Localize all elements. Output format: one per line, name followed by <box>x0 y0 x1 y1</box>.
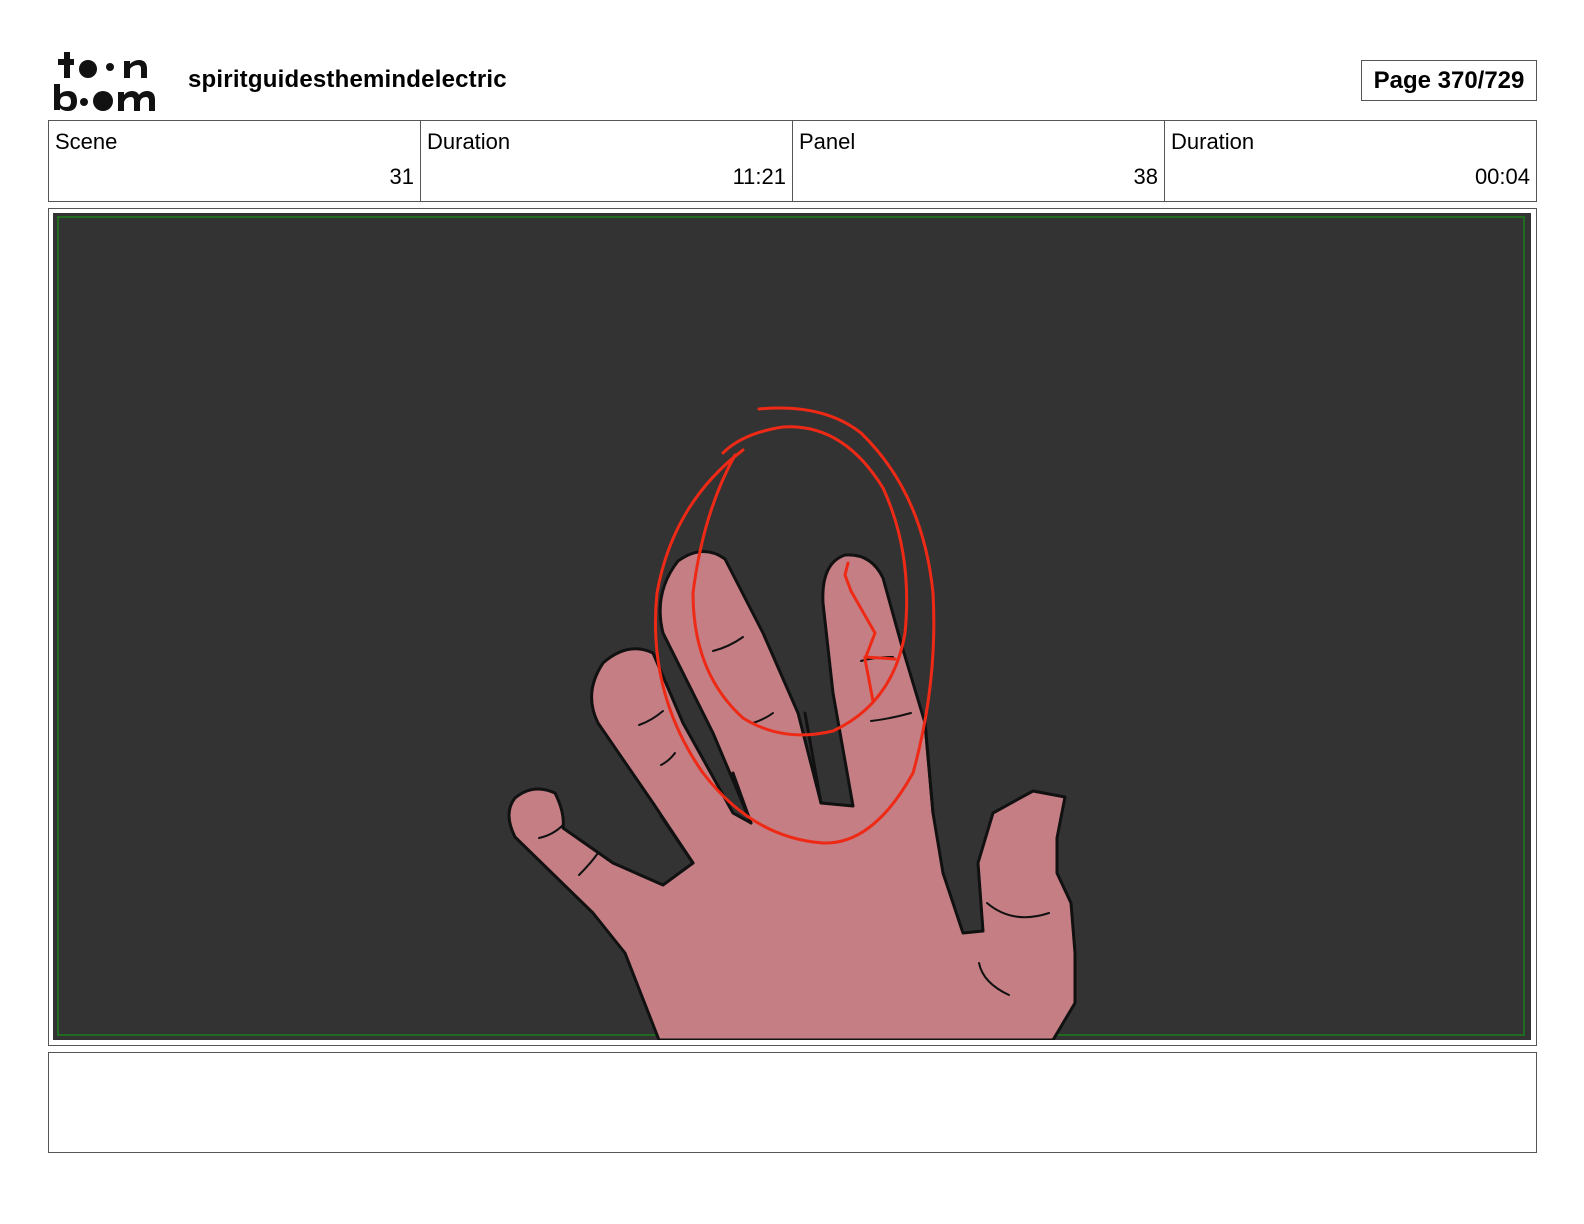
scene-cell: Scene 31 <box>49 121 421 201</box>
scene-duration-value: 11:21 <box>732 164 786 189</box>
page-number: Page 370/729 <box>1361 60 1537 101</box>
scene-duration-label: Duration <box>427 129 511 154</box>
panel-duration-value: 00:04 <box>1474 164 1530 189</box>
toon-boom-logo <box>54 52 155 111</box>
panel-cell: Panel 38 <box>793 121 1165 201</box>
panel-drawing <box>53 213 1531 1040</box>
storyboard-panel <box>48 208 1537 1046</box>
panel-notes-box <box>48 1052 1537 1153</box>
panel-duration-label: Duration <box>1171 129 1255 154</box>
project-title: spiritguidesthemindelectric <box>188 66 507 93</box>
panel-duration-cell: Duration 00:04 <box>1165 121 1536 201</box>
scene-value: 31 <box>389 164 414 189</box>
panel-value: 38 <box>1133 164 1158 189</box>
panel-info-row: Scene 31 Duration 11:21 Panel 38 Duratio… <box>48 120 1537 202</box>
panel-label: Panel <box>799 129 856 154</box>
scene-label: Scene <box>55 129 118 154</box>
scene-duration-cell: Duration 11:21 <box>421 121 793 201</box>
